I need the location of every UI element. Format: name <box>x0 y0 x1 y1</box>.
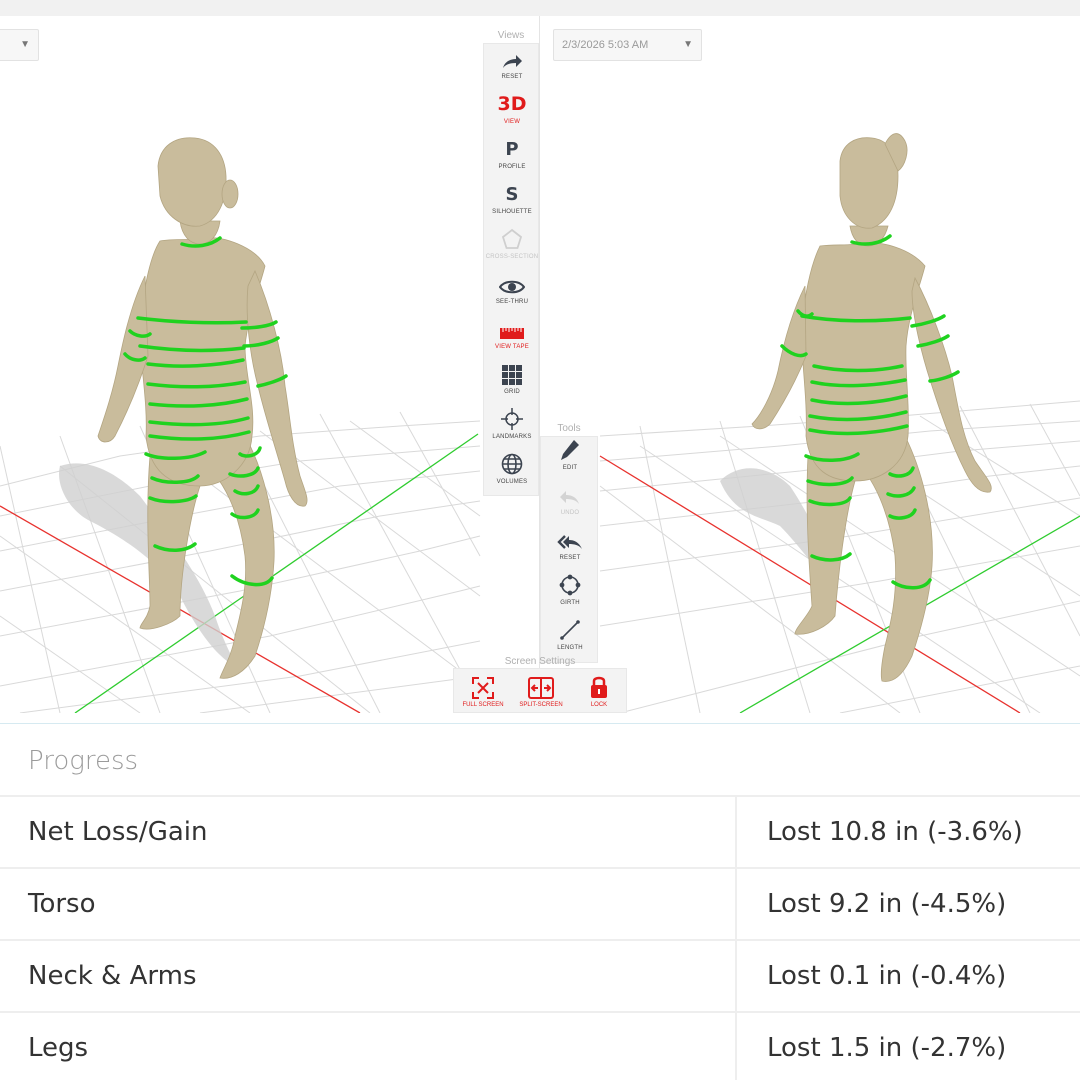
lock-button[interactable]: LOCK <box>570 669 628 713</box>
lock-label: LOCK <box>590 702 608 708</box>
split-screen-button[interactable]: SPLIT-SCREEN <box>512 669 570 713</box>
progress-row-value: Lost 10.8 in (-3.6%) <box>767 817 1023 847</box>
view-landmarks-label: LANDMARKS <box>492 434 532 440</box>
girth-circle-icon <box>559 572 581 596</box>
3d-view-icon: 3D <box>497 93 527 115</box>
left-body-shadow <box>59 463 236 666</box>
chevron-down-icon: ▼ <box>683 39 693 50</box>
tool-undo-button[interactable]: UNDO <box>542 482 598 527</box>
body-scan-viewer[interactable]: ▼ 2/3/2026 5:03 AM ▼ Views RESET 3D VIEW… <box>0 16 1080 713</box>
view-landmarks-button[interactable]: LANDMARKS <box>484 406 540 451</box>
progress-row-label: Torso <box>28 889 96 919</box>
right-scan-date-select[interactable]: 2/3/2026 5:03 AM ▼ <box>553 29 702 61</box>
progress-row-label: Legs <box>28 1033 89 1063</box>
progress-row-value: Lost 1.5 in (-2.7%) <box>767 1033 1007 1063</box>
full-screen-icon <box>472 669 494 699</box>
view-3d-label: VIEW <box>503 119 521 125</box>
redo-arrow-icon <box>501 46 523 70</box>
progress-row-net: Net Loss/Gain Lost 10.8 in (-3.6%) <box>0 795 1080 869</box>
view-see-thru-label: SEE-THRU <box>495 299 529 305</box>
progress-row-label: Net Loss/Gain <box>28 817 208 847</box>
profile-icon: P <box>505 139 519 160</box>
tool-reset-label: RESET <box>559 555 581 561</box>
view-3d-button[interactable]: 3D VIEW <box>484 91 540 136</box>
double-back-arrow-icon <box>557 527 583 551</box>
view-grid-label: GRID <box>504 389 520 395</box>
right-body-model <box>751 133 992 682</box>
view-tape-button[interactable]: VIEW TAPE <box>484 316 540 361</box>
column-divider <box>735 869 737 941</box>
view-reset-label: RESET <box>501 74 523 80</box>
left-z-axis <box>74 433 479 713</box>
split-screen-label: SPLIT-SCREEN <box>519 702 563 708</box>
split-screen-icon <box>528 669 554 699</box>
pen-icon <box>560 437 580 461</box>
lock-icon <box>589 669 609 699</box>
tools-title: Tools <box>557 423 581 434</box>
screen-settings-title: Screen Settings <box>504 656 576 667</box>
progress-row-legs: Legs Lost 1.5 in (-2.7%) <box>0 1011 1080 1080</box>
eye-icon <box>499 271 525 295</box>
tool-length-label: LENGTH <box>557 645 583 651</box>
tool-reset-button[interactable]: RESET <box>542 527 598 572</box>
column-divider <box>735 941 737 1013</box>
top-bar <box>0 0 1080 16</box>
pentagon-icon <box>501 226 523 250</box>
tool-edit-label: EDIT <box>562 465 578 471</box>
view-tape-label: VIEW TAPE <box>495 344 529 350</box>
undo-icon <box>559 482 581 506</box>
view-volumes-label: VOLUMES <box>496 479 528 485</box>
length-line-icon <box>559 617 581 641</box>
view-reset-button[interactable]: RESET <box>484 46 540 91</box>
silhouette-icon: S <box>505 184 519 205</box>
progress-row-torso: Torso Lost 9.2 in (-4.5%) <box>0 867 1080 941</box>
left-scan-date-select[interactable]: ▼ <box>0 29 39 61</box>
view-see-thru-button[interactable]: SEE-THRU <box>484 271 540 316</box>
crosshair-icon <box>501 406 523 430</box>
progress-section: Progress Net Loss/Gain Lost 10.8 in (-3.… <box>0 723 1080 1080</box>
view-volumes-button[interactable]: VOLUMES <box>484 451 540 496</box>
views-panel: RESET 3D VIEW P PROFILE S SILHOUETTE CRO… <box>483 43 539 496</box>
tape-measure-icon <box>499 316 525 340</box>
full-screen-label: FULL SCREEN <box>462 702 504 708</box>
progress-row-neck-arms: Neck & Arms Lost 0.1 in (-0.4%) <box>0 939 1080 1013</box>
right-scan-date-value: 2/3/2026 5:03 AM <box>562 39 649 51</box>
progress-row-value: Lost 9.2 in (-4.5%) <box>767 889 1007 919</box>
progress-row-value: Lost 0.1 in (-0.4%) <box>767 961 1007 991</box>
view-silhouette-button[interactable]: S SILHOUETTE <box>484 181 540 226</box>
grid-icon <box>502 361 522 385</box>
view-profile-label: PROFILE <box>498 164 526 170</box>
view-cross-section-label: CROSS-SECTION <box>485 254 539 260</box>
views-title: Views <box>497 30 525 41</box>
tool-girth-button[interactable]: GIRTH <box>542 572 598 617</box>
view-silhouette-label: SILHOUETTE <box>492 209 532 215</box>
view-grid-button[interactable]: GRID <box>484 361 540 406</box>
view-profile-button[interactable]: P PROFILE <box>484 136 540 181</box>
tool-undo-label: UNDO <box>560 510 580 516</box>
tool-edit-button[interactable]: EDIT <box>542 437 598 482</box>
full-screen-button[interactable]: FULL SCREEN <box>454 669 512 713</box>
tools-panel: EDIT UNDO RESET GIRTH LENGTH <box>540 436 598 663</box>
progress-row-label: Neck & Arms <box>28 961 197 991</box>
chevron-down-icon: ▼ <box>20 39 30 50</box>
column-divider <box>735 797 737 869</box>
tool-girth-label: GIRTH <box>560 600 580 606</box>
view-cross-section-button[interactable]: CROSS-SECTION <box>484 226 540 271</box>
progress-title: Progress <box>28 746 139 776</box>
column-divider <box>735 1013 737 1080</box>
globe-icon <box>501 451 523 475</box>
screen-settings-panel: FULL SCREEN SPLIT-SCREEN LOCK <box>453 668 627 713</box>
